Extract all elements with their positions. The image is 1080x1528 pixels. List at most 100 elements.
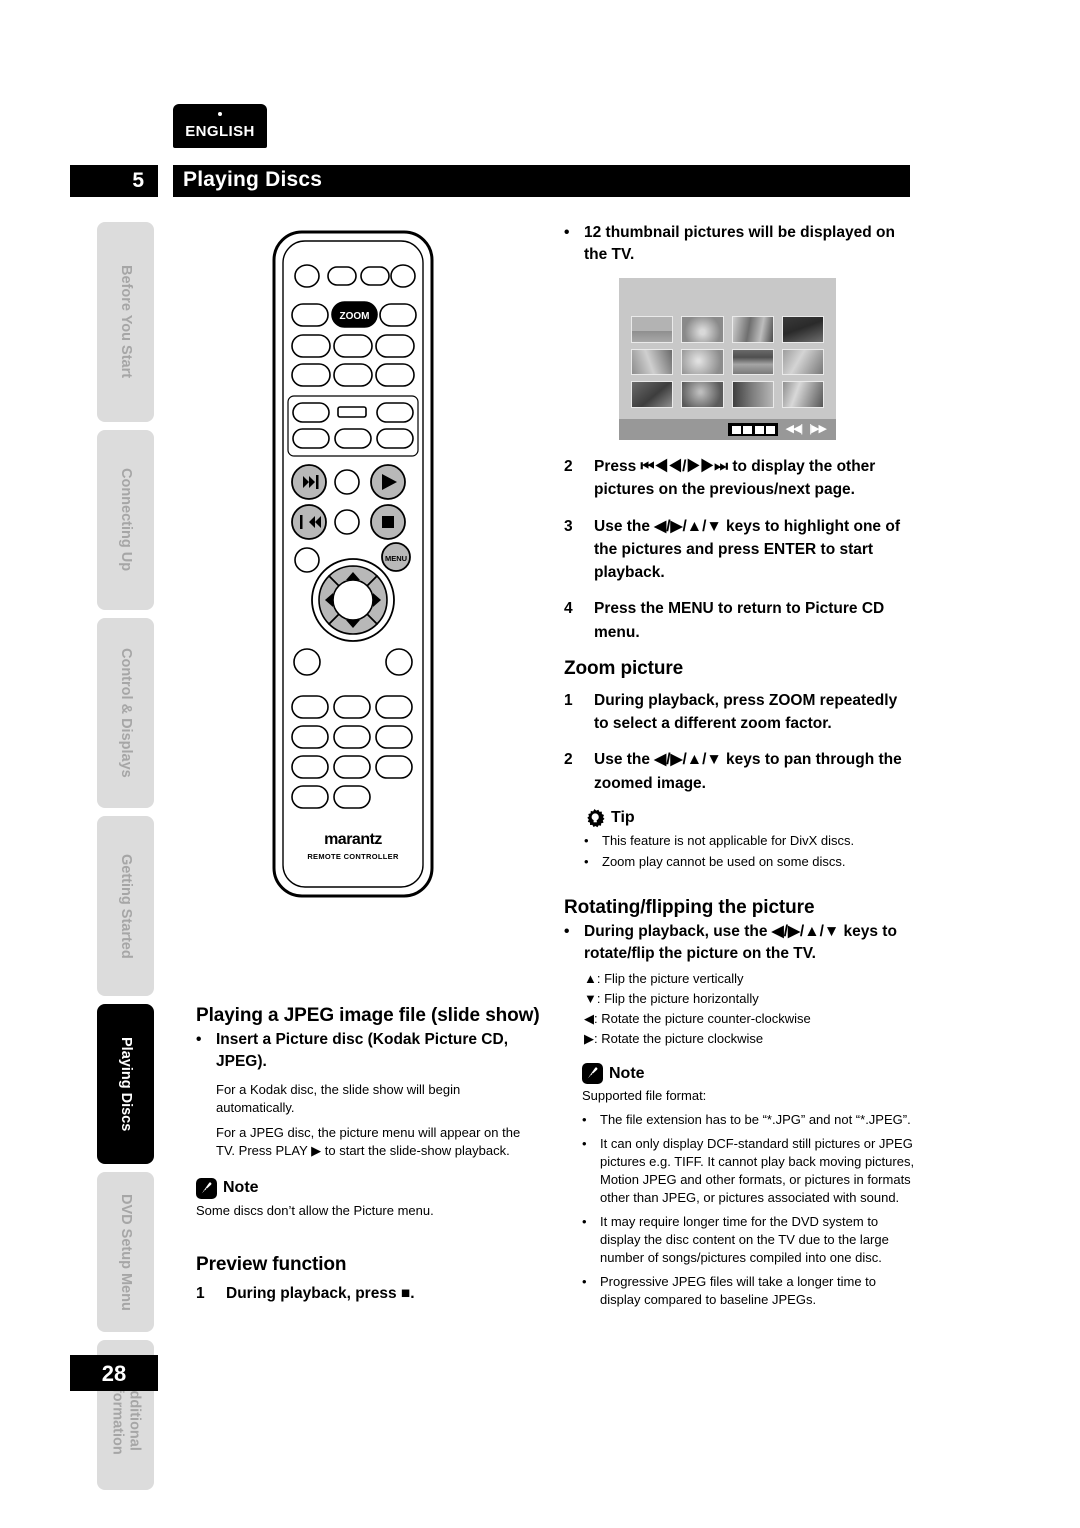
- left-column: Playing a JPEG image file (slide show) •…: [196, 1005, 540, 1318]
- remote-control-illustration: ZOOM MENU marantz REMOTE CONTROLLER: [272, 230, 434, 903]
- note-label: Note: [609, 1064, 645, 1082]
- bullet-marker: •: [584, 832, 589, 848]
- tip-body: • This feature is not applicable for Div…: [584, 832, 916, 871]
- thumbnail-item[interactable]: [781, 316, 824, 343]
- bullet-marker: •: [582, 1273, 587, 1289]
- pencil-note-icon: [196, 1177, 217, 1199]
- page-number: 28: [70, 1355, 158, 1391]
- note-body: Some discs don’t allow the Picture menu.: [196, 1202, 434, 1218]
- rotate-bullet: • During playback, use the ◀/▶/▲/▼ keys …: [564, 921, 916, 965]
- remote-subtitle-label: REMOTE CONTROLLER: [307, 852, 399, 861]
- bullet-marker: •: [584, 853, 589, 869]
- thumbnail-item[interactable]: [631, 348, 674, 376]
- thumbnail-item[interactable]: [781, 348, 824, 376]
- remote-brand-label: marantz: [324, 831, 382, 848]
- bullet-text: During playback, use the ◀/▶/▲/▼ keys to…: [584, 922, 897, 962]
- step-number: 4: [564, 600, 573, 618]
- thumbnail-item[interactable]: [731, 348, 774, 376]
- thumbnail-item[interactable]: [631, 381, 674, 408]
- sidebar-item-getting-started[interactable]: Getting Started: [97, 816, 154, 996]
- step-number: 2: [564, 751, 573, 769]
- preview-step-1: 1 During playback, press ■.: [196, 1282, 540, 1305]
- section-heading-jpeg: Playing a JPEG image file (slide show): [196, 1005, 540, 1026]
- sidebar-item-dvd-setup-menu[interactable]: DVD Setup Menu: [97, 1172, 154, 1332]
- note-label: Note: [223, 1179, 259, 1197]
- tv-thumbnail-screen: ◀◀| |▶▶: [619, 278, 836, 440]
- note-bullet: • The file extension has to be “*.JPG” a…: [582, 1111, 916, 1129]
- step-text: During playback, press ZOOM repeatedly t…: [594, 691, 898, 732]
- sidebar-item-playing-discs[interactable]: Playing Discs: [97, 1004, 154, 1164]
- jpeg-insert-bullet: • Insert a Picture disc (Kodak Picture C…: [196, 1029, 540, 1073]
- sidebar-item-control-displays[interactable]: Control & Displays: [97, 618, 154, 808]
- chapter-number: 5: [70, 165, 158, 197]
- zoom-step-row: 1 During playback, press ZOOM repeatedly…: [564, 689, 916, 736]
- key-legend-line: ▼: Flip the picture horizontally: [584, 990, 759, 1006]
- thumbnail-intro-bullet: • 12 thumbnail pictures will be displaye…: [564, 222, 916, 266]
- rotate-key-legend: ▲: Flip the picture vertically ▼: Flip t…: [584, 969, 916, 1050]
- tip-header: Tip: [584, 808, 916, 829]
- key-legend-line: ▲: Flip the picture vertically: [584, 970, 744, 986]
- step-text: Use the ◀/▶/▲/▼ keys to pan through the …: [594, 751, 902, 792]
- skip-previous-icon[interactable]: ◀◀|: [785, 424, 803, 435]
- note-intro: Supported file format:: [582, 1088, 707, 1104]
- thumbnail-item[interactable]: [731, 316, 774, 343]
- skip-next-icon[interactable]: |▶▶: [809, 424, 827, 435]
- key-legend-line: ▶: Rotate the picture clockwise: [584, 1031, 764, 1047]
- bullet-text: It can only display DCF-standard still p…: [600, 1136, 915, 1205]
- step-number: 2: [564, 458, 573, 475]
- tip-label: Tip: [611, 809, 635, 827]
- sidebar-item-before-you-start[interactable]: Before You Start: [97, 222, 154, 422]
- thumbnail-item[interactable]: [681, 316, 724, 343]
- note-bullet: • It can only display DCF-standard still…: [582, 1135, 916, 1207]
- sidebar-item-label: Before You Start: [118, 265, 135, 379]
- jpeg-kodak-paragraph: For a Kodak disc, the slide show will be…: [216, 1082, 461, 1115]
- bullet-text: 12 thumbnail pictures will be displayed …: [584, 224, 895, 263]
- step-row: 3 Use the ◀/▶/▲/▼ keys to highlight one …: [564, 515, 916, 585]
- step-number: 1: [196, 1284, 205, 1302]
- right-column: • 12 thumbnail pictures will be displaye…: [564, 222, 916, 268]
- bullet-text: Zoom play cannot be used on some discs.: [602, 853, 846, 869]
- bullet-marker: •: [582, 1213, 587, 1229]
- step-text: Press the MENU to return to Picture CD m…: [594, 600, 885, 641]
- thumbnail-item[interactable]: [781, 381, 824, 408]
- note-bullet: • It may require longer time for the DVD…: [582, 1213, 916, 1267]
- section-heading-preview: Preview function: [196, 1253, 347, 1275]
- step-text: Use the ◀/▶/▲/▼ keys to highlight one of…: [594, 517, 900, 582]
- step-row: 2 Press ⏮◀◀/▶▶⏭ to display the other pic…: [564, 455, 916, 502]
- thumbnail-item[interactable]: [681, 348, 724, 376]
- thumbnail-item[interactable]: [731, 381, 774, 408]
- bullet-text: Progressive JPEG files will take a longe…: [600, 1273, 876, 1307]
- bullet-marker: •: [564, 224, 570, 241]
- tip-bullet: • This feature is not applicable for Div…: [584, 832, 916, 850]
- lightbulb-tip-icon: [584, 808, 605, 829]
- step-text: Press ⏮◀◀/▶▶⏭ to display the other pictu…: [594, 458, 876, 499]
- right-column-steps: 2 Press ⏮◀◀/▶▶⏭ to display the other pic…: [564, 455, 916, 1315]
- thumbnail-item[interactable]: [681, 381, 724, 408]
- key-legend-line: ◀: Rotate the picture counter-clockwise: [584, 1010, 811, 1026]
- note-bullet: • Progressive JPEG files will take a lon…: [582, 1273, 916, 1309]
- bullet-text: The file extension has to be “*.JPG” and…: [600, 1112, 911, 1128]
- sidebar-item-connecting-up[interactable]: Connecting Up: [97, 430, 154, 610]
- note-header: Note: [582, 1063, 916, 1085]
- section-heading-rotating-flipping: Rotating/flipping the picture: [564, 896, 815, 918]
- filmstrip-icon: [728, 423, 779, 436]
- bullet-dot-icon: [218, 112, 222, 116]
- sidebar-item-label: Getting Started: [118, 853, 135, 959]
- zoom-step-row: 2 Use the ◀/▶/▲/▼ keys to pan through th…: [564, 748, 916, 795]
- sidebar-item-label: Playing Discs: [118, 1036, 135, 1132]
- note-header: Note: [196, 1177, 540, 1199]
- pencil-note-icon: [582, 1063, 603, 1085]
- bullet-text: Insert a Picture disc (Kodak Picture CD,…: [216, 1031, 509, 1070]
- sidebar-item-label: Connecting Up: [118, 468, 135, 572]
- bullet-text: It may require longer time for the DVD s…: [600, 1213, 889, 1265]
- bullet-marker: •: [582, 1112, 587, 1128]
- jpeg-menu-paragraph: For a JPEG disc, the picture menu will a…: [216, 1125, 521, 1159]
- thumbnail-item[interactable]: [631, 316, 674, 343]
- sidebar-item-label: Control & Displays: [118, 648, 135, 778]
- step-row: 4 Press the MENU to return to Picture CD…: [564, 597, 916, 644]
- step-text: During playback, press ■.: [226, 1284, 415, 1302]
- manual-page: ENGLISH 5 Playing Discs Before You Start…: [0, 0, 1080, 1528]
- language-tab-label: ENGLISH: [185, 123, 255, 140]
- language-tab-english: ENGLISH: [173, 104, 267, 148]
- bullet-marker: •: [564, 922, 570, 940]
